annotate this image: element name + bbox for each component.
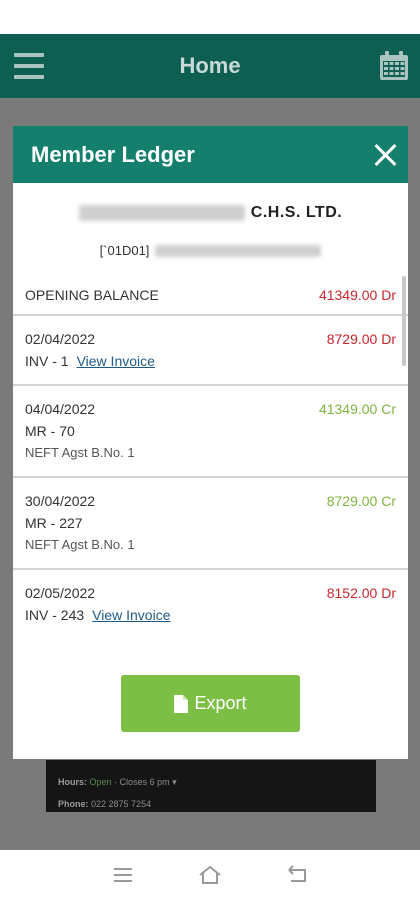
system-nav-bar	[0, 850, 420, 900]
export-label: Export	[194, 693, 247, 713]
entry-ref: INV - 1	[25, 353, 69, 369]
opening-balance-label: OPENING BALANCE	[25, 287, 159, 303]
export-button[interactable]: Export	[121, 675, 300, 732]
society-name: C.H.S. LTD.	[13, 204, 408, 222]
ledger-row: 02/05/2022 8152.00 Dr INV - 243 View Invo…	[13, 570, 408, 624]
status-bar	[0, 0, 420, 34]
amount: 8152.00 Dr	[326, 585, 396, 601]
app-bar: Home	[0, 34, 420, 98]
member-code: [`01D01]	[99, 243, 150, 258]
view-invoice-link[interactable]: View Invoice	[92, 607, 170, 623]
view-invoice-link[interactable]: View Invoice	[77, 353, 155, 369]
amount: 8729.00 Cr	[326, 493, 396, 509]
ledger-list[interactable]: OPENING BALANCE 41349.00 Dr 02/04/2022 8…	[13, 276, 408, 624]
ledger-row: 30/04/2022 8729.00 Cr MR - 227 NEFT Agst…	[13, 478, 408, 570]
calendar-icon[interactable]	[378, 50, 410, 82]
amount: 41349.00 Dr	[318, 287, 396, 303]
redacted-member-name	[155, 244, 322, 257]
entry-ref: MR - 70	[25, 423, 75, 439]
entry-note: NEFT Agst B.No. 1	[25, 537, 135, 552]
recent-apps-icon[interactable]	[111, 864, 135, 886]
member-info: [`01D01]	[13, 243, 408, 258]
member-ledger-dialog: Member Ledger C.H.S. LTD. [`01D01] OPENI…	[13, 126, 408, 759]
amount: 8729.00 Dr	[326, 331, 396, 347]
ledger-row: 04/04/2022 41349.00 Cr MR - 70 NEFT Agst…	[13, 386, 408, 478]
dialog-header: Member Ledger	[13, 126, 408, 183]
entry-date: 02/04/2022	[25, 331, 96, 347]
dialog-title: Member Ledger	[31, 141, 195, 167]
entry-date: 04/04/2022	[25, 401, 96, 417]
hours-label: Hours:	[58, 777, 87, 787]
phone-value: 022 2875 7254	[91, 799, 152, 809]
entry-date: 30/04/2022	[25, 493, 96, 509]
society-suffix: C.H.S. LTD.	[250, 204, 343, 221]
home-icon[interactable]	[198, 864, 222, 886]
menu-icon[interactable]	[14, 53, 44, 79]
entry-date: 02/05/2022	[25, 585, 96, 601]
close-icon[interactable]	[372, 142, 398, 168]
ledger-row: 02/04/2022 8729.00 Dr INV - 1 View Invoic…	[13, 316, 408, 386]
phone-label: Phone:	[58, 799, 89, 809]
redacted-society-name	[78, 205, 245, 221]
back-icon[interactable]	[285, 864, 309, 886]
amount: 41349.00 Cr	[318, 401, 396, 417]
document-icon	[174, 694, 189, 713]
entry-ref: MR - 227	[25, 515, 83, 531]
scrollbar[interactable]	[402, 276, 406, 366]
page-title: Home	[179, 53, 241, 78]
hours-detail: · Closes 6 pm ▾	[114, 777, 177, 787]
ledger-row-opening: OPENING BALANCE 41349.00 Dr	[13, 276, 408, 316]
hours-status: Open	[89, 777, 112, 787]
entry-ref: INV - 243	[25, 607, 85, 623]
business-info-card: Hours: Open · Closes 6 pm ▾ Phone: 022 2…	[46, 760, 376, 812]
entry-note: NEFT Agst B.No. 1	[25, 445, 135, 460]
